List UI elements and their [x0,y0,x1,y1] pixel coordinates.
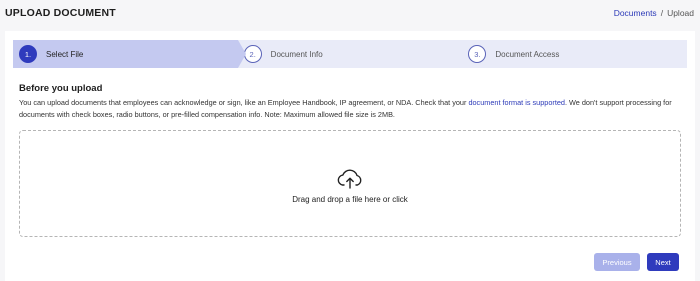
breadcrumb-current: Upload [667,7,694,18]
step-document-access[interactable]: 3. Document Access [462,40,687,68]
step-document-info[interactable]: 2. Document Info [238,40,463,68]
breadcrumb-separator: / [660,7,664,18]
cloud-upload-icon [337,169,362,189]
step-select-file[interactable]: 1. Select File [13,40,246,68]
breadcrumb: Documents / Upload [614,8,694,18]
next-button[interactable]: Next [647,253,679,271]
step-number-1: 1. [19,45,37,63]
step-number-3: 3. [468,45,487,63]
dropzone-text: Drag and drop a file here or click [292,194,408,204]
step-label-document-access: Document Access [495,49,560,59]
step-label-document-info: Document Info [270,49,323,59]
upload-description: You can upload documents that employees … [19,97,681,120]
document-format-link[interactable]: document format is supported [468,98,565,107]
breadcrumb-documents-link[interactable]: Documents [614,8,657,18]
section-heading: Before you upload [19,83,103,94]
upload-card: 1. Select File 2. Document Info 3. Docum… [5,31,695,281]
previous-button[interactable]: Previous [594,253,640,271]
step-number-2: 2. [243,45,262,63]
step-label-select-file: Select File [46,49,84,59]
top-bar: UPLOAD DOCUMENT Documents / Upload [0,0,700,25]
upload-stepper: 1. Select File 2. Document Info 3. Docum… [13,40,687,68]
file-dropzone[interactable]: Drag and drop a file here or click [19,130,681,237]
description-text-before: You can upload documents that employees … [19,98,469,107]
page-title: UPLOAD DOCUMENT [5,6,116,19]
